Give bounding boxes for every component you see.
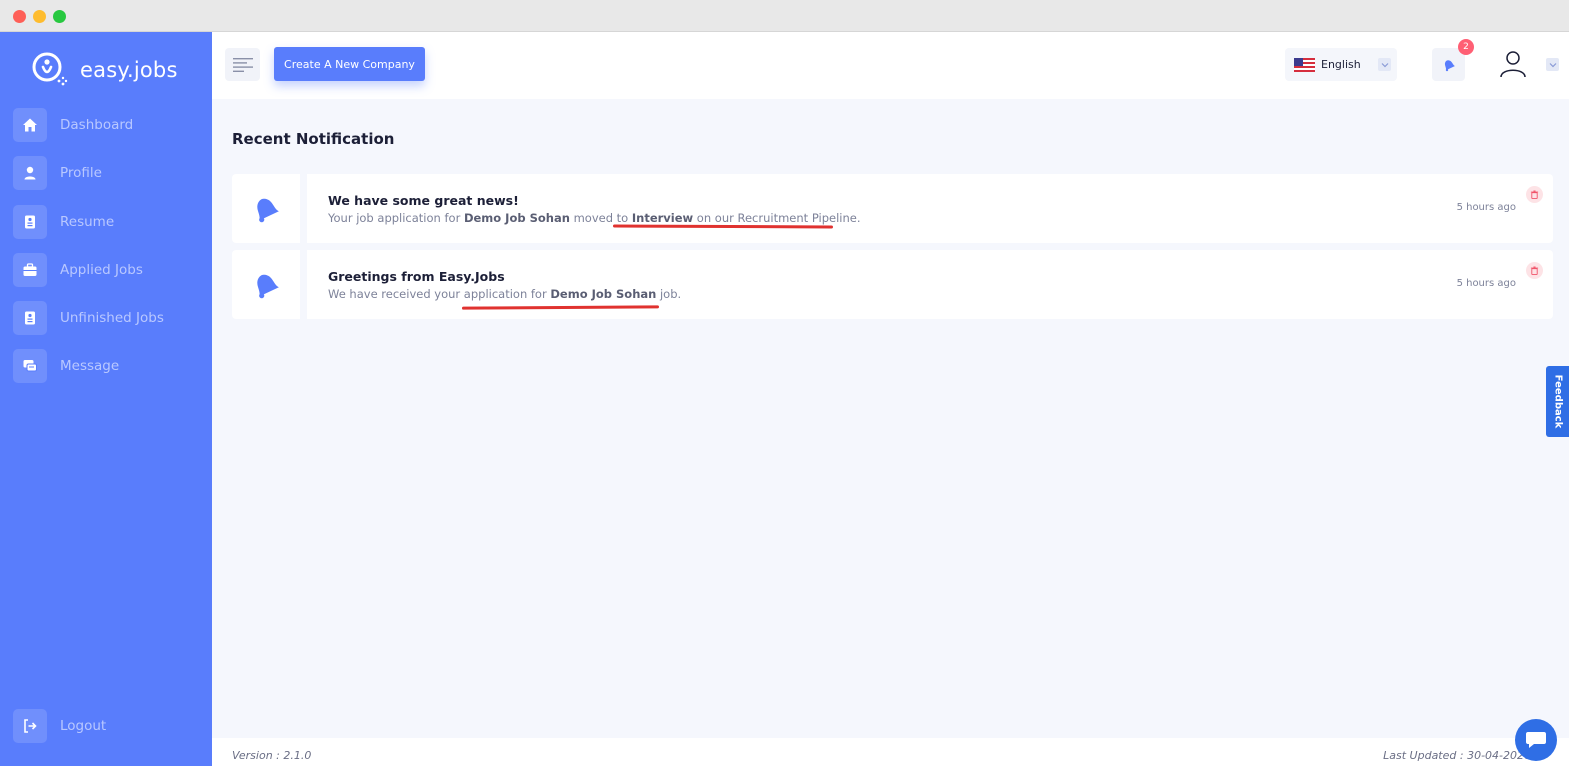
create-company-button[interactable]: Create A New Company <box>274 47 425 81</box>
pipeline-stage: Interview <box>631 211 694 225</box>
briefcase-icon <box>13 253 47 287</box>
notification-icon-box <box>232 174 300 243</box>
notification-text-part: We have received your application for <box>328 287 551 301</box>
chat-widget-button[interactable] <box>1515 719 1557 761</box>
sidebar: easy.jobs Dashboard Profile Resume Appli… <box>0 32 212 766</box>
notification-count-badge: 2 <box>1458 39 1474 55</box>
bell-icon <box>257 274 279 298</box>
sidebar-item-label: Applied Jobs <box>60 262 143 278</box>
sidebar-item-label: Logout <box>60 718 107 734</box>
window-close-button[interactable] <box>13 10 26 23</box>
menu-icon <box>232 57 253 72</box>
notification-icon-box <box>232 250 300 319</box>
sidebar-item-label: Unfinished Jobs <box>60 310 164 326</box>
window-minimize-button[interactable] <box>33 10 46 23</box>
last-updated-text: Last Updated : 30-04-2020 <box>1383 749 1531 762</box>
sidebar-item-unfinished-jobs[interactable]: Unfinished Jobs <box>13 301 203 335</box>
notification-item[interactable]: Greetings from Easy.Jobs We have receive… <box>232 250 1553 319</box>
chevron-down-icon <box>1378 58 1391 71</box>
notification-text: Your job application for Demo Job Sohan … <box>328 211 861 225</box>
notification-time: 5 hours ago <box>1456 278 1516 289</box>
resume-icon <box>13 205 47 239</box>
notification-text-part: on our Recruitment Pipeline. <box>693 211 861 225</box>
sidebar-item-label: Resume <box>60 214 115 230</box>
notification-title: Greetings from Easy.Jobs <box>328 269 505 284</box>
notification-text-part: Your job application for <box>328 211 464 225</box>
chat-bubble-icon <box>1526 732 1546 748</box>
notification-text-part: job. <box>656 287 682 301</box>
window-titlebar <box>0 0 1569 32</box>
sidebar-item-label: Message <box>60 358 120 374</box>
logout-icon <box>13 709 47 743</box>
job-name: Demo Job Sohan <box>550 287 657 301</box>
notification-body: We have some great news! Your job applic… <box>307 174 1553 243</box>
us-flag-icon <box>1294 57 1315 72</box>
logo-icon <box>32 52 68 86</box>
sidebar-item-applied-jobs[interactable]: Applied Jobs <box>13 253 203 287</box>
app-logo[interactable]: easy.jobs <box>30 50 178 90</box>
home-icon <box>13 108 47 142</box>
window-maximize-button[interactable] <box>53 10 66 23</box>
language-selector[interactable]: English <box>1285 48 1397 81</box>
trash-icon <box>1530 266 1539 275</box>
feedback-tab[interactable]: Feedback <box>1546 366 1569 437</box>
delete-notification-button[interactable] <box>1526 262 1543 279</box>
document-icon <box>13 301 47 335</box>
notification-title: We have some great news! <box>328 193 519 208</box>
language-label: English <box>1321 58 1361 71</box>
notification-text: We have received your application for De… <box>328 287 681 301</box>
sidebar-item-logout[interactable]: Logout <box>13 709 203 743</box>
sidebar-item-resume[interactable]: Resume <box>13 205 203 239</box>
bell-icon <box>257 198 279 222</box>
page-title: Recent Notification <box>232 130 395 148</box>
job-name: Demo Job Sohan <box>463 211 570 225</box>
notification-item[interactable]: We have some great news! Your job applic… <box>232 174 1553 243</box>
logo-text: easy.jobs <box>80 58 178 82</box>
notification-text-part: moved to <box>569 211 632 225</box>
menu-toggle-button[interactable] <box>225 48 260 81</box>
sidebar-item-profile[interactable]: Profile <box>13 156 203 190</box>
sidebar-item-dashboard[interactable]: Dashboard <box>13 108 203 142</box>
sidebar-item-label: Profile <box>60 165 102 181</box>
user-icon <box>13 156 47 190</box>
sidebar-item-label: Dashboard <box>60 117 134 133</box>
chat-icon <box>13 349 47 383</box>
top-header: Create A New Company English 2 <box>212 32 1569 99</box>
version-text: Version : 2.1.0 <box>232 749 312 762</box>
delete-notification-button[interactable] <box>1526 186 1543 203</box>
feedback-label: Feedback <box>1552 374 1564 429</box>
trash-icon <box>1530 190 1539 199</box>
sidebar-item-message[interactable]: Message <box>13 349 203 383</box>
page-footer: Version : 2.1.0 Last Updated : 30-04-202… <box>212 738 1569 766</box>
user-avatar-icon[interactable] <box>1498 49 1528 79</box>
main-content: Create A New Company English 2 Recent No… <box>212 32 1569 766</box>
user-menu-chevron-icon[interactable] <box>1546 58 1559 71</box>
notification-time: 5 hours ago <box>1456 202 1516 213</box>
bell-icon <box>1444 59 1455 71</box>
